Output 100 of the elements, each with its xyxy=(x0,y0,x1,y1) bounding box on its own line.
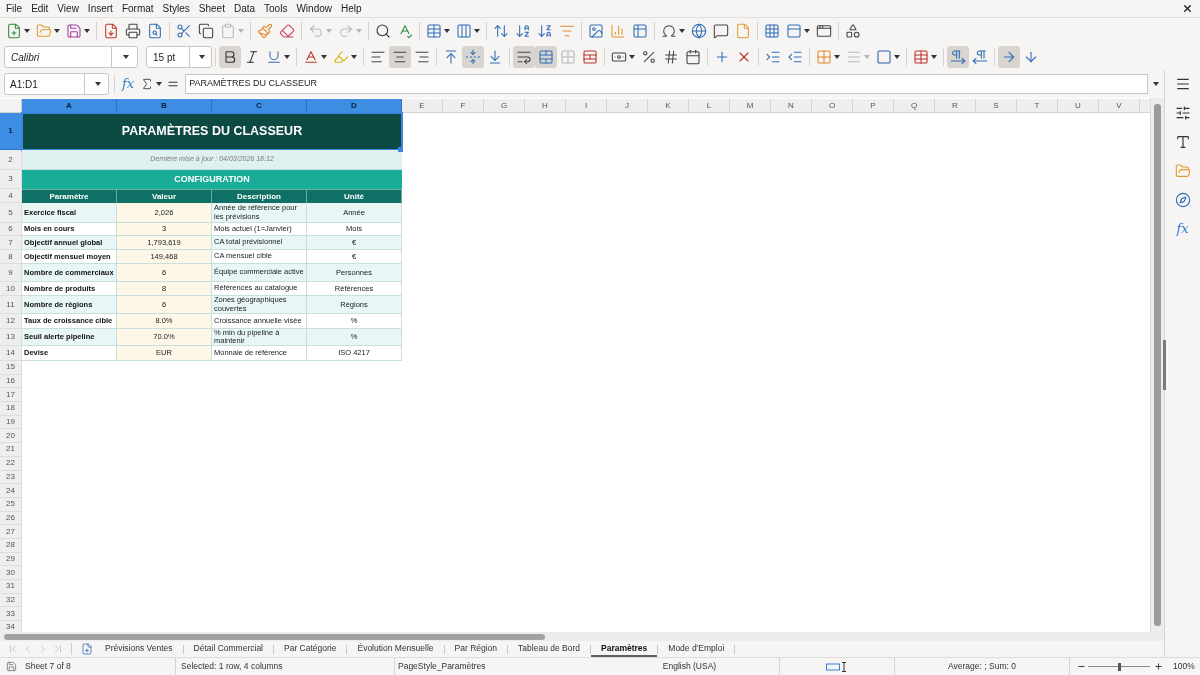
row-header[interactable]: 11 xyxy=(0,296,22,314)
column-header[interactable]: N xyxy=(771,99,812,113)
name-box[interactable]: A1:D1 xyxy=(4,73,109,95)
row-header[interactable]: 14 xyxy=(0,346,22,361)
table-icon xyxy=(632,23,648,39)
row-header[interactable]: 13 xyxy=(0,329,22,346)
row-header[interactable]: 17 xyxy=(0,388,22,403)
row-header[interactable]: 10 xyxy=(0,282,22,296)
sheet-tab[interactable]: Par Catégorie xyxy=(274,641,347,657)
column-header[interactable]: B xyxy=(117,99,212,113)
row-header[interactable]: 20 xyxy=(0,429,22,444)
column-header[interactable]: U xyxy=(1058,99,1099,113)
left-to-right-button[interactable] xyxy=(947,46,969,68)
column-header[interactable]: V xyxy=(1099,99,1140,113)
function-wizard-button[interactable]: fx xyxy=(120,76,137,92)
sidebar-handle[interactable] xyxy=(1163,340,1166,390)
row-header[interactable]: 7 xyxy=(0,236,22,250)
zoom-in-button[interactable] xyxy=(1153,661,1163,672)
row-header[interactable]: 12 xyxy=(0,314,22,329)
fill-handle[interactable] xyxy=(398,147,403,152)
row-header[interactable]: 27 xyxy=(0,525,22,539)
grid-icon xyxy=(816,49,832,65)
menu-item[interactable]: File xyxy=(6,1,23,16)
align-center-button[interactable] xyxy=(389,46,411,68)
column-header[interactable]: L xyxy=(689,99,730,113)
column-header[interactable]: D xyxy=(307,99,402,113)
clipboard-icon xyxy=(220,23,236,39)
row-header[interactable]: 3 xyxy=(0,170,22,189)
row-header[interactable]: 2 xyxy=(0,150,22,170)
selection-mode-icon[interactable] xyxy=(826,661,848,672)
column-header[interactable]: G xyxy=(484,99,525,113)
speech-bubble-icon xyxy=(713,23,729,39)
sheet-tab[interactable]: Par Région xyxy=(444,641,508,657)
column-header[interactable]: C xyxy=(212,99,307,113)
menu-item[interactable]: Edit xyxy=(31,1,49,16)
menu-item[interactable]: Help xyxy=(341,1,362,16)
bold-button[interactable] xyxy=(219,46,241,68)
column-header[interactable]: H xyxy=(525,99,566,113)
omega-icon xyxy=(661,23,677,39)
column-header[interactable]: E xyxy=(402,99,443,113)
row-header[interactable]: 8 xyxy=(0,250,22,264)
banknote-icon xyxy=(611,49,627,65)
merge-center-button[interactable] xyxy=(535,46,557,68)
sheet-tab[interactable]: Tableau de Bord xyxy=(508,641,590,657)
row-header[interactable]: 30 xyxy=(0,566,22,580)
add-sheet-button[interactable] xyxy=(80,642,94,656)
horizontal-scrollbar[interactable] xyxy=(0,632,1164,641)
menu-item[interactable]: Insert xyxy=(87,1,113,16)
font-size-combobox[interactable]: 15 pt xyxy=(146,46,212,68)
row-header[interactable]: 4 xyxy=(0,189,22,203)
vertical-scrollbar[interactable] xyxy=(1150,98,1164,632)
column-header[interactable]: F xyxy=(443,99,484,113)
menu-item[interactable]: Window xyxy=(296,1,332,16)
column-header[interactable]: K xyxy=(648,99,689,113)
align-middle-button[interactable] xyxy=(462,46,484,68)
row-header[interactable]: 18 xyxy=(0,402,22,416)
percent-icon xyxy=(641,49,657,65)
formula-input[interactable]: PARAMÈTRES DU CLASSEUR xyxy=(185,74,1148,94)
column-header[interactable]: Q xyxy=(894,99,935,113)
row-header[interactable]: 5 xyxy=(0,203,22,223)
column-header[interactable]: P xyxy=(853,99,894,113)
column-header[interactable]: I xyxy=(566,99,607,113)
menu-item[interactable]: Sheet xyxy=(198,1,225,16)
slider-thumb[interactable] xyxy=(1117,662,1121,671)
column-header[interactable]: S xyxy=(976,99,1017,113)
title-cell: PARAMÈTRES DU CLASSEUR xyxy=(22,113,402,150)
column-header[interactable]: O xyxy=(812,99,853,113)
caret-down-icon xyxy=(1153,82,1159,86)
column-header[interactable]: T xyxy=(1017,99,1058,113)
menu-item[interactable]: Data xyxy=(233,1,256,16)
image-icon xyxy=(588,23,604,39)
menu-item[interactable]: Format xyxy=(121,1,154,16)
sheet-tab[interactable]: Mode d'Emploi xyxy=(658,641,735,657)
column-header[interactable]: R xyxy=(935,99,976,113)
row-header[interactable]: 6 xyxy=(0,223,22,236)
column-header[interactable]: J xyxy=(607,99,648,113)
menu-item[interactable]: Tools xyxy=(264,1,288,16)
sheet-tab[interactable]: Prévisions Ventes xyxy=(95,641,183,657)
column-header[interactable]: M xyxy=(730,99,771,113)
sheet-tab[interactable]: Évolution Mensuelle xyxy=(347,641,444,657)
row-header[interactable]: 33 xyxy=(0,607,22,622)
menu-item[interactable]: Styles xyxy=(162,1,190,16)
text-horizontal-button[interactable] xyxy=(998,46,1020,68)
sheet-tab[interactable]: Détail Commercial xyxy=(183,641,273,657)
menu-item[interactable]: View xyxy=(57,1,79,16)
sheet-tab[interactable]: Paramètres xyxy=(591,641,658,657)
zoom-slider[interactable] xyxy=(1088,661,1150,672)
section-cell: CONFIGURATION xyxy=(22,170,402,189)
undo-icon xyxy=(308,23,324,39)
row-header[interactable]: 9 xyxy=(0,264,22,282)
row-header[interactable]: 31 xyxy=(0,580,22,594)
row-header[interactable]: 21 xyxy=(0,443,22,457)
functions-button[interactable]: fx xyxy=(1169,218,1196,240)
column-header[interactable]: A xyxy=(22,99,117,113)
row-header[interactable]: 15 xyxy=(0,361,22,375)
row-header[interactable]: 24 xyxy=(0,484,22,498)
wrap-text-button[interactable] xyxy=(513,46,535,68)
font-name-combobox[interactable]: Calibri xyxy=(4,46,138,68)
row-header[interactable]: 1 xyxy=(0,113,22,150)
copy-icon xyxy=(198,23,214,39)
